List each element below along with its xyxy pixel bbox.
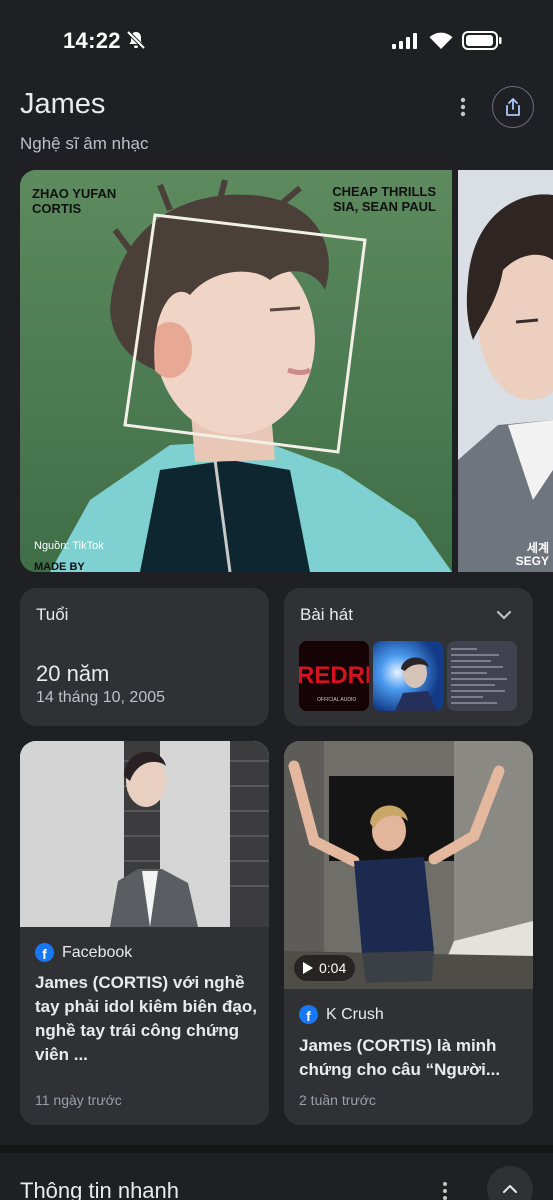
page-subtitle: Nghệ sĩ âm nhạc bbox=[20, 134, 149, 153]
quick-info-expand-button[interactable] bbox=[487, 1166, 533, 1200]
news-time: 11 ngày trước bbox=[35, 1092, 122, 1108]
news-title[interactable]: James (CORTIS) với nghề tay phải idol ki… bbox=[35, 971, 257, 1067]
news-time: 2 tuần trước bbox=[299, 1092, 376, 1108]
section-divider bbox=[0, 1145, 553, 1153]
signal-icon bbox=[392, 33, 417, 49]
songs-label: Bài hát bbox=[300, 605, 353, 624]
artist-image-second[interactable]: 세계 SEGY bbox=[458, 170, 553, 572]
age-value: 20 năm bbox=[36, 661, 110, 686]
news-source: f K Crush bbox=[299, 1005, 384, 1024]
song-thumb-tracklist[interactable] bbox=[447, 641, 517, 711]
more-vert-icon bbox=[460, 97, 466, 117]
news-video-thumbnail[interactable] bbox=[284, 741, 533, 989]
news-source-name: K Crush bbox=[326, 1005, 384, 1023]
page-title: James bbox=[20, 88, 106, 120]
age-label: Tuổi bbox=[36, 605, 69, 624]
image-made-by: MADE BY bbox=[34, 561, 85, 572]
news-title[interactable]: James (CORTIS) là minh chứng cho câu “Ng… bbox=[299, 1034, 521, 1082]
facebook-icon: f bbox=[35, 943, 54, 962]
share-icon bbox=[506, 98, 520, 116]
image-caption-right: CHEAP THRILLS SIA, SEAN PAUL bbox=[332, 184, 436, 214]
status-time: 14:22 bbox=[63, 28, 121, 53]
bell-off-icon bbox=[126, 30, 146, 50]
image-corner-text: 세계 SEGY bbox=[515, 541, 549, 568]
news-source: f Facebook bbox=[35, 943, 132, 962]
artist-photo-2 bbox=[458, 170, 553, 572]
play-icon bbox=[303, 962, 313, 974]
song-thumb-text: REDRE bbox=[299, 662, 369, 689]
song-thumb-blue[interactable] bbox=[373, 641, 443, 711]
facebook-icon: f bbox=[299, 1005, 318, 1024]
news-source-name: Facebook bbox=[62, 943, 133, 961]
song-thumb-caption: OFFICIAL AUDIO bbox=[317, 697, 356, 703]
news-card-facebook[interactable]: f Facebook James (CORTIS) với nghề tay p… bbox=[20, 741, 269, 1125]
birth-date: 14 tháng 10, 2005 bbox=[36, 689, 166, 706]
age-card[interactable]: Tuổi 20 năm 14 tháng 10, 2005 bbox=[20, 588, 269, 726]
quick-info-more-button[interactable] bbox=[434, 1180, 456, 1200]
battery-icon bbox=[462, 31, 502, 50]
chevron-up-icon bbox=[503, 1185, 517, 1193]
news-card-kcrush[interactable]: 0:04 f K Crush James (CORTIS) là minh ch… bbox=[284, 741, 533, 1125]
video-duration: 0:04 bbox=[294, 955, 356, 981]
more-vert-icon bbox=[443, 1182, 447, 1200]
more-options-button[interactable] bbox=[450, 94, 476, 120]
songs-card[interactable]: Bài hát REDRE OFFICIAL AUDIO bbox=[284, 588, 533, 726]
artist-image-main[interactable]: ZHAO YUFAN CORTIS CHEAP THRILLS SIA, SEA… bbox=[20, 170, 452, 572]
wifi-icon bbox=[429, 32, 453, 49]
song-thumb-redred[interactable]: REDRE OFFICIAL AUDIO bbox=[299, 641, 369, 711]
chevron-down-icon[interactable] bbox=[495, 606, 513, 624]
quick-info-title: Thông tin nhanh bbox=[20, 1178, 180, 1200]
image-caption-left: ZHAO YUFAN CORTIS bbox=[32, 186, 117, 216]
status-bar: 14:22 bbox=[0, 0, 553, 80]
share-button[interactable] bbox=[492, 86, 534, 128]
news-image bbox=[20, 741, 269, 927]
image-source: Nguồn: TikTok bbox=[34, 540, 104, 552]
artist-photo bbox=[20, 170, 452, 572]
